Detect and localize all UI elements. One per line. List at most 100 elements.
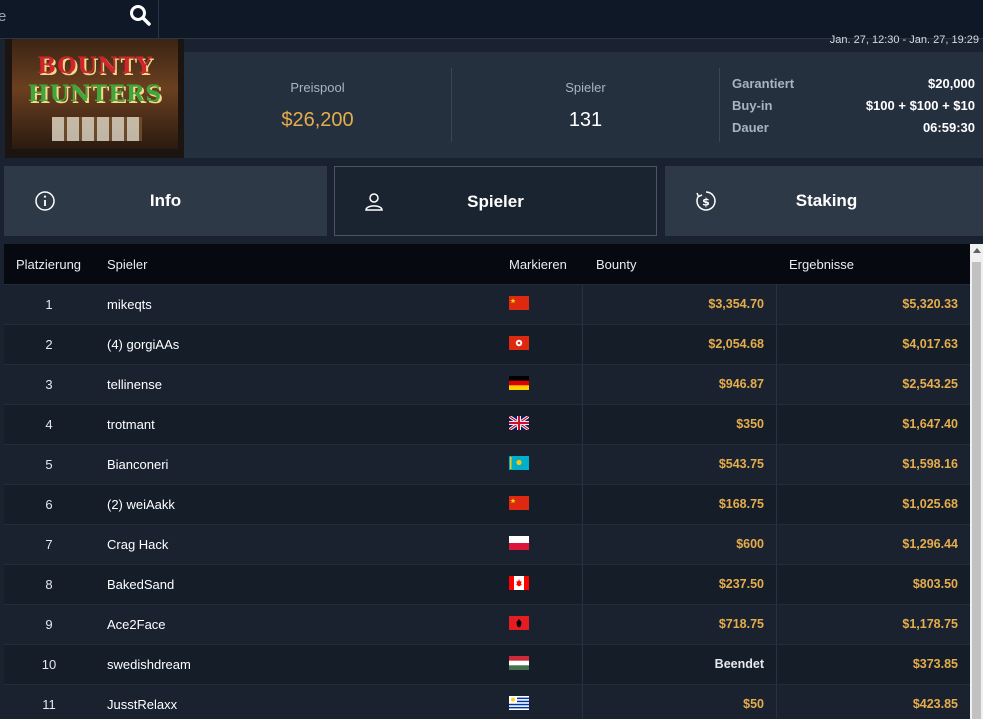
column-divider: [776, 365, 777, 405]
player-name[interactable]: (2) weiAakk: [107, 497, 175, 512]
player-name[interactable]: Crag Hack: [107, 537, 168, 552]
player-name[interactable]: BakedSand: [107, 577, 174, 592]
bounty-cell: $543.75: [718, 457, 764, 471]
kazakhstan-flag-icon: [509, 456, 529, 470]
result-cell: $373.85: [912, 657, 958, 671]
result-cell: $2,543.25: [902, 377, 958, 391]
table-row[interactable]: 6 (2) weiAakk $168.75 $1,025.68: [4, 484, 970, 525]
buyin-value: $100 + $100 + $10: [865, 98, 975, 113]
player-name[interactable]: swedishdream: [107, 657, 191, 672]
column-divider: [776, 605, 777, 645]
column-divider: [776, 445, 777, 485]
search-icon[interactable]: [129, 4, 151, 26]
rank-cell: 9: [45, 617, 53, 632]
result-cell: $1,598.16: [902, 457, 958, 471]
result-cell: $4,017.63: [902, 337, 958, 351]
bounty-cell: $600: [736, 537, 764, 551]
logo-text-line2: HUNTERS: [27, 81, 163, 107]
table-row[interactable]: 9 Ace2Face $718.75 $1,178.75: [4, 604, 970, 645]
column-divider: [582, 365, 583, 405]
tab-info-label: Info: [149, 191, 182, 210]
table-scrollbar[interactable]: [970, 244, 983, 719]
column-header-results[interactable]: Ergebnisse: [789, 257, 854, 272]
tab-players[interactable]: Spieler: [334, 166, 657, 236]
search-input[interactable]: e: [0, 8, 6, 25]
germany-flag-icon: [509, 376, 529, 390]
column-divider: [776, 645, 777, 685]
table-row[interactable]: 7 Crag Hack $600 $1,296.44: [4, 524, 970, 565]
prizepool-value: $26,200: [281, 109, 354, 131]
albania-flag-icon: [509, 616, 529, 630]
players-label: Spieler: [565, 80, 606, 95]
rank-cell: 10: [41, 657, 57, 672]
player-name[interactable]: JusstRelaxx: [107, 697, 177, 712]
bounty-cell: $50: [743, 697, 764, 711]
result-cell: $1,178.75: [902, 617, 958, 631]
bounty-cell: $2,054.68: [708, 337, 764, 351]
tab-staking[interactable]: $ Staking: [665, 166, 983, 236]
hong-kong-flag-icon: [509, 336, 529, 350]
table-row[interactable]: 2 (4) gorgiAAs $2,054.68 $4,017.63: [4, 324, 970, 365]
table-row[interactable]: 8 BakedSand $237.50 $803.50: [4, 564, 970, 605]
column-divider: [582, 325, 583, 365]
table-row[interactable]: 1 mikeqts $3,354.70 $5,320.33: [4, 284, 970, 325]
result-cell: $1,296.44: [902, 537, 958, 551]
column-header-flag[interactable]: Markieren: [509, 257, 567, 272]
player-name[interactable]: trotmant: [107, 417, 155, 432]
column-divider: [582, 445, 583, 485]
guaranteed-label: Garantiert: [732, 76, 795, 91]
search-box[interactable]: e: [0, 0, 159, 38]
column-header-rank[interactable]: Platzierung: [16, 257, 81, 272]
column-header-bounty[interactable]: Bounty: [596, 257, 636, 272]
player-name[interactable]: (4) gorgiAAs: [107, 337, 179, 352]
column-divider: [582, 605, 583, 645]
united-kingdom-flag-icon: [509, 416, 529, 430]
bounty-cell: $3,354.70: [708, 297, 764, 311]
column-divider: [776, 405, 777, 445]
guaranteed-value: $20,000: [928, 76, 975, 91]
players-table: Platzierung Spieler Markieren Bounty Erg…: [4, 244, 970, 719]
rank-cell: 5: [45, 457, 53, 472]
rank-cell: 4: [45, 417, 53, 432]
table-row[interactable]: 5 Bianconeri $543.75 $1,598.16: [4, 444, 970, 485]
result-cell: $1,025.68: [902, 497, 958, 511]
tournament-header: BOUNTY HUNTERS Preispool $26,200 Spieler…: [0, 39, 983, 158]
hungary-flag-icon: [509, 656, 529, 670]
column-header-player[interactable]: Spieler: [107, 257, 147, 272]
player-name[interactable]: tellinense: [107, 377, 162, 392]
column-divider: [582, 525, 583, 565]
table-row[interactable]: 10 swedishdream Beendet $373.85: [4, 644, 970, 685]
player-name[interactable]: Ace2Face: [107, 617, 166, 632]
table-row[interactable]: 3 tellinense $946.87 $2,543.25: [4, 364, 970, 405]
column-divider: [776, 325, 777, 365]
buyin-label: Buy-in: [732, 98, 773, 113]
tab-info[interactable]: Info: [4, 166, 327, 236]
rank-cell: 7: [45, 537, 53, 552]
prizepool-label: Preispool: [290, 80, 345, 95]
table-row[interactable]: 4 trotmant $350 $1,647.40: [4, 404, 970, 445]
bounty-cell: $718.75: [718, 617, 764, 631]
tournament-logo: BOUNTY HUNTERS: [5, 39, 184, 158]
rank-cell: 3: [45, 377, 53, 392]
rank-cell: 6: [45, 497, 53, 512]
scrollbar-thumb[interactable]: [972, 262, 981, 719]
result-cell: $423.85: [912, 697, 958, 711]
logo-text-line1: BOUNTY: [37, 53, 153, 79]
china-flag-icon: [509, 496, 529, 510]
bounty-cell: $237.50: [718, 577, 764, 591]
column-divider: [582, 645, 583, 685]
bounty-cell: $946.87: [718, 377, 764, 391]
table-row[interactable]: 11 JusstRelaxx $50 $423.85: [4, 684, 970, 719]
column-divider: [776, 485, 777, 525]
rank-cell: 1: [45, 297, 53, 312]
column-divider: [582, 405, 583, 445]
column-divider: [582, 685, 583, 719]
scroll-up-arrow-icon[interactable]: [973, 248, 981, 253]
tab-staking-label: Staking: [795, 191, 858, 210]
rank-cell: 8: [45, 577, 53, 592]
player-name[interactable]: Bianconeri: [107, 457, 168, 472]
rank-cell: 2: [45, 337, 53, 352]
result-cell: $803.50: [912, 577, 958, 591]
player-name[interactable]: mikeqts: [107, 297, 152, 312]
column-divider: [582, 285, 583, 325]
